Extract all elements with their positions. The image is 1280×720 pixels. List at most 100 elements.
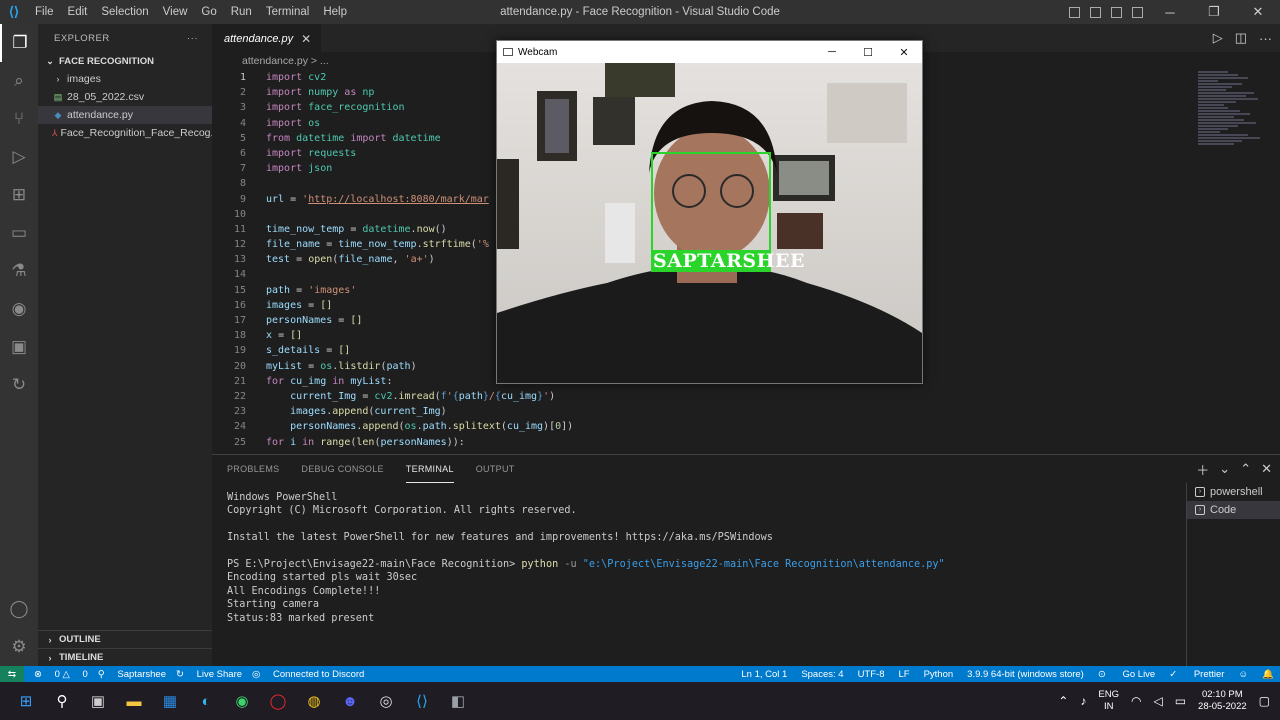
discord-icon[interactable]: ☻: [332, 682, 368, 720]
battery-icon[interactable]: ▭: [1175, 694, 1186, 708]
line-number: 18: [233, 330, 246, 342]
github-icon[interactable]: ◉: [0, 290, 38, 328]
close-panel-icon[interactable]: ✕: [1261, 461, 1272, 477]
testing-icon[interactable]: ⚗: [0, 252, 38, 290]
file-item-attendance[interactable]: ◆ attendance.py: [38, 106, 212, 124]
menu-terminal[interactable]: Terminal: [259, 0, 316, 24]
search-icon[interactable]: ⌕: [0, 62, 38, 100]
line-number: 16: [233, 299, 246, 311]
account-status[interactable]: ⚲ Saptarshee: [98, 669, 166, 680]
volume-icon[interactable]: ◁: [1153, 694, 1162, 708]
clock[interactable]: 02:10 PM 28-05-2022: [1198, 689, 1247, 713]
webcam-maximize-button[interactable]: ☐: [850, 46, 886, 59]
search-icon[interactable]: ⚲: [44, 682, 80, 720]
vscode-taskbar-icon[interactable]: ⟨⟩: [404, 682, 440, 720]
split-editor-icon[interactable]: ◫: [1235, 30, 1247, 46]
chevron-down-icon[interactable]: ⌄: [1219, 461, 1230, 477]
live-share-status[interactable]: ↻ Live Share: [176, 669, 242, 680]
explorer-icon[interactable]: ❐: [0, 24, 38, 62]
edge-browser-icon[interactable]: ◐: [188, 682, 224, 720]
windows-start-icon[interactable]: ⊞: [8, 682, 44, 720]
terminal-output[interactable]: Windows PowerShell Copyright (C) Microso…: [227, 491, 1182, 625]
python-interpreter[interactable]: 3.9.9 64-bit (windows store): [967, 669, 1084, 680]
wifi-icon[interactable]: ◠: [1131, 694, 1141, 708]
more-actions-icon[interactable]: ···: [1259, 31, 1272, 46]
menu-selection[interactable]: Selection: [94, 0, 155, 24]
language-mode[interactable]: Python: [924, 669, 954, 680]
terminal-icon[interactable]: ▣: [0, 328, 38, 366]
new-terminal-icon[interactable]: ＋: [1196, 460, 1209, 479]
extensions-icon[interactable]: ⊞: [0, 176, 38, 214]
toggle-sidebar-icon[interactable]: [1069, 6, 1080, 18]
file-item-label: Face_Recognition_Face_Recog...: [60, 127, 213, 139]
tab-output[interactable]: OUTPUT: [476, 455, 515, 483]
run-python-icon[interactable]: ▷: [1213, 30, 1223, 46]
file-explorer-icon[interactable]: ▬: [116, 682, 152, 720]
discord-status[interactable]: ◎ Connected to Discord: [252, 669, 364, 680]
run-debug-icon[interactable]: ▷: [0, 138, 38, 176]
close-button[interactable]: ✕: [1236, 4, 1280, 20]
whatsapp-icon[interactable]: ◉: [224, 682, 260, 720]
activity-bar: ❐ ⌕ ⑂ ▷ ⊞ ▭ ⚗ ◉ ▣ ↻ ◯ ⚙: [0, 24, 38, 666]
feedback-icon[interactable]: ☺: [1238, 669, 1248, 680]
vscode-logo-icon[interactable]: ⟨⟩: [0, 0, 28, 24]
problems-status[interactable]: ⊗ 0 △ 0: [34, 669, 88, 680]
account-icon[interactable]: ◯: [0, 590, 38, 628]
more-actions-icon[interactable]: ···: [187, 33, 198, 44]
breadcrumb[interactable]: attendance.py > ...: [212, 52, 329, 70]
file-item-pdf[interactable]: ⅄ Face_Recognition_Face_Recog...: [38, 124, 212, 142]
tab-terminal[interactable]: TERMINAL: [405, 455, 454, 483]
toggle-panel-icon[interactable]: [1090, 6, 1101, 18]
remote-explorer-icon[interactable]: ▭: [0, 214, 38, 252]
menu-go[interactable]: Go: [194, 0, 223, 24]
terminal-item-code[interactable]: › Code: [1187, 501, 1280, 519]
customize-layout-icon[interactable]: [1132, 6, 1143, 18]
menu-run[interactable]: Run: [224, 0, 259, 24]
task-view-icon[interactable]: ▣: [80, 682, 116, 720]
live-share-icon[interactable]: ↻: [0, 366, 38, 404]
terminal-item-powershell[interactable]: › powershell: [1187, 483, 1280, 501]
microsoft-store-icon[interactable]: ▦: [152, 682, 188, 720]
microphone-icon[interactable]: ♪: [1080, 694, 1086, 708]
source-control-icon[interactable]: ⑂: [0, 100, 38, 138]
chrome-browser-icon[interactable]: ◍: [296, 682, 332, 720]
webcam-minimize-button[interactable]: ─: [814, 46, 850, 58]
outline-section[interactable]: › OUTLINE: [38, 630, 212, 648]
notifications-bell-icon[interactable]: 🔔: [1262, 669, 1274, 680]
menu-edit[interactable]: Edit: [61, 0, 95, 24]
clock-time: 02:10 PM: [1202, 689, 1243, 700]
minimize-button[interactable]: ─: [1148, 5, 1192, 20]
prettier-status[interactable]: ✓ Prettier: [1169, 669, 1224, 680]
end-of-line[interactable]: LF: [898, 669, 909, 680]
settings-gear-icon[interactable]: ⚙: [0, 628, 38, 666]
close-tab-icon[interactable]: ✕: [301, 32, 311, 46]
opera-browser-icon[interactable]: ◯: [260, 682, 296, 720]
go-live-button[interactable]: ⊙ Go Live: [1098, 669, 1155, 680]
obs-studio-icon[interactable]: ◎: [368, 682, 404, 720]
workspace-folder[interactable]: ⌄ FACE RECOGNITION: [38, 52, 212, 70]
webcam-close-button[interactable]: ✕: [886, 46, 922, 59]
maximize-panel-icon[interactable]: ⌃: [1240, 461, 1251, 477]
status-left: ⊗ 0 △ 0 ⚲ Saptarshee ↻ Live Share ◎ Conn…: [24, 669, 364, 680]
code-line: import json: [266, 163, 333, 175]
tab-problems[interactable]: PROBLEMS: [227, 455, 279, 483]
file-item-images[interactable]: › images: [38, 70, 212, 88]
cursor-position[interactable]: Ln 1, Col 1: [741, 669, 787, 680]
indentation[interactable]: Spaces: 4: [801, 669, 843, 680]
minimap[interactable]: [1198, 70, 1268, 210]
file-item-csv[interactable]: ▤ 28_05_2022.csv: [38, 88, 212, 106]
menu-file[interactable]: File: [28, 0, 61, 24]
language-indicator[interactable]: ENG IN: [1098, 689, 1119, 713]
file-encoding[interactable]: UTF-8: [858, 669, 885, 680]
python-webcam-taskbar-icon[interactable]: ◧: [440, 682, 476, 720]
tab-debug-console[interactable]: DEBUG CONSOLE: [301, 455, 383, 483]
maximize-button[interactable]: ❐: [1192, 4, 1236, 20]
notifications-icon[interactable]: ▢: [1259, 694, 1270, 708]
tab-attendance-py[interactable]: attendance.py ✕: [212, 24, 322, 52]
toggle-secondary-sidebar-icon[interactable]: [1111, 6, 1122, 18]
show-hidden-icons-icon[interactable]: ⌃: [1058, 694, 1068, 708]
timeline-section[interactable]: › TIMELINE: [38, 648, 212, 666]
menu-help[interactable]: Help: [316, 0, 354, 24]
menu-view[interactable]: View: [156, 0, 195, 24]
remote-indicator-icon[interactable]: ⇆: [0, 666, 24, 682]
